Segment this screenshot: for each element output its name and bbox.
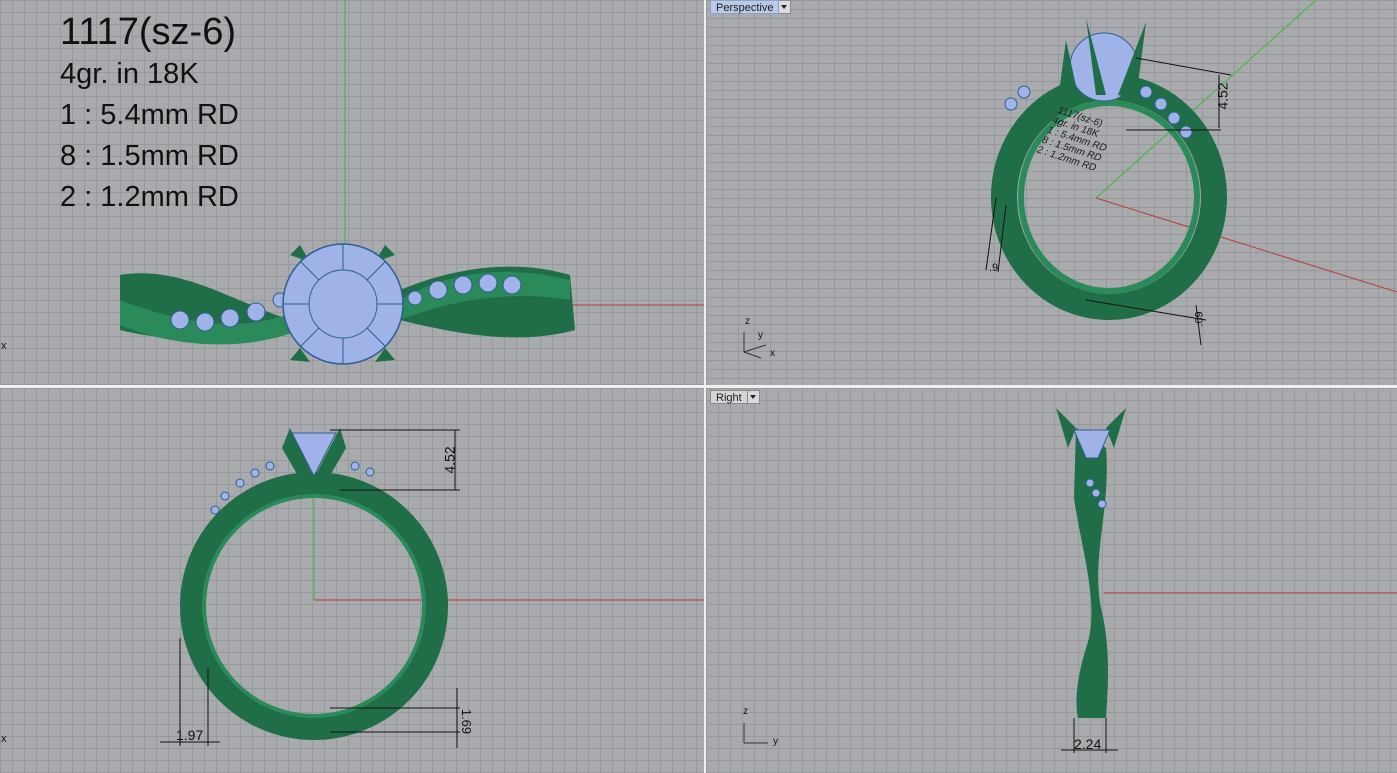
ring-right-view (1056, 408, 1126, 718)
dimension-shank-width: 1.97 (176, 727, 204, 743)
dimension-height: 4.52 (1214, 82, 1231, 110)
dimension-width: .9 (989, 262, 999, 274)
viewport-splitter-horizontal[interactable] (0, 385, 1397, 388)
spec-stone-2: 8 : 1.5mm RD (60, 140, 239, 172)
front-viewport[interactable]: 4.52 1.97 1.69 x (0, 388, 704, 773)
spec-stone-1: 1 : 5.4mm RD (60, 99, 239, 131)
spec-model: 1117(sz-6) (60, 11, 236, 53)
dimension-shank: .69 (1193, 311, 1206, 327)
right-viewport[interactable]: Right 2.24 z y (706, 388, 1397, 773)
spec-stone-3: 2 : 1.2mm RD (60, 181, 239, 213)
axis-label-y: y (773, 736, 778, 747)
axis-label-x: x (1, 733, 7, 745)
axis-label-z: z (743, 706, 748, 717)
axis-label-x: x (770, 348, 775, 359)
top-viewport[interactable]: 1117(sz-6) 4gr. in 18K 1 : 5.4mm RD 8 : … (0, 0, 704, 385)
spec-weight: 4gr. in 18K (60, 58, 199, 90)
ring-specification: 1117(sz-6) 4gr. in 18K 1 : 5.4mm RD 8 : … (60, 10, 239, 218)
dimension-height: 4.52 (441, 446, 458, 474)
axis-triad (743, 723, 768, 744)
axis-label-z: z (745, 316, 750, 327)
axis-label-x: x (1, 340, 7, 352)
axis-label-y: y (758, 330, 763, 341)
ring-perspective-view (991, 18, 1227, 320)
x-axis-line (1095, 197, 1397, 293)
perspective-canvas (743, 0, 1397, 359)
perspective-viewport[interactable]: Perspective 4.52 .9 .69 1117(sz-6) 4gr. … (706, 0, 1397, 385)
right-view-canvas (743, 408, 1397, 753)
dimension-shank-width: 2.24 (1074, 736, 1102, 752)
front-view-canvas (160, 428, 704, 748)
ring-top-view (120, 243, 575, 365)
dimension-shank-thickness: 1.69 (459, 708, 475, 735)
